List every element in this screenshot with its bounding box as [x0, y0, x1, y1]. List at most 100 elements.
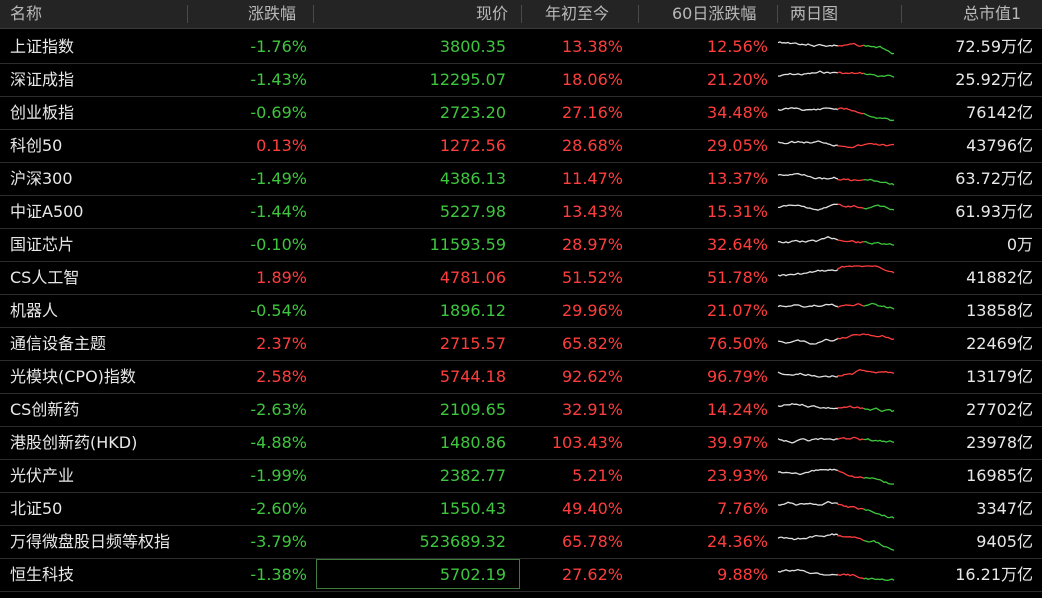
current-price: 3800.35 — [439, 37, 506, 56]
sixty-day-change: 32.64% — [706, 235, 768, 254]
header-cap[interactable]: 总市值1 — [963, 0, 1021, 28]
sparkline-day2-up — [837, 470, 865, 479]
change-pct: -1.99% — [250, 466, 307, 485]
sparkline-day2-tail — [863, 407, 895, 413]
sparkline-day2-tail — [863, 241, 895, 246]
table-row[interactable]: 通信设备主题 2.37% 2715.57 65.82% 76.50% 22469亿 — [0, 327, 1042, 361]
change-pct: 2.58% — [256, 367, 307, 386]
two-day-sparkline — [776, 129, 898, 162]
change-pct: -1.38% — [250, 565, 307, 584]
table-row[interactable]: 中证A500 -1.44% 5227.98 13.43% 15.31% 61.93万亿 — [0, 195, 1042, 229]
table-row[interactable]: 北证50 -2.60% 1550.43 49.40% 7.76% 3347亿 — [0, 492, 1042, 526]
sixty-day-change: 21.20% — [706, 70, 768, 89]
market-cap: 25.92万亿 — [955, 70, 1033, 89]
table-row[interactable]: 光伏产业 -1.99% 2382.77 5.21% 23.93% 16985亿 — [0, 459, 1042, 493]
ytd-change: 27.16% — [561, 103, 623, 122]
sparkline-day1 — [777, 468, 839, 476]
column-divider[interactable] — [313, 5, 314, 23]
table-row[interactable]: 上证指数 -1.76% 3800.35 13.38% 12.56% 72.59万亿 — [0, 30, 1042, 64]
table-row[interactable]: 沪深300 -1.49% 4386.13 11.47% 13.37% 63.72万亿 — [0, 162, 1042, 196]
sparkline-chart — [777, 302, 895, 310]
sixty-day-change: 76.50% — [706, 334, 768, 353]
sparkline-day2-up — [837, 178, 865, 182]
sparkline-day1 — [777, 107, 839, 112]
column-divider[interactable] — [777, 5, 778, 23]
sparkline-day1 — [777, 172, 839, 180]
header-d60[interactable]: 60日涨跌幅 — [672, 0, 756, 28]
table-row[interactable]: 港股创新药(HKD) -4.88% 1480.86 103.43% 39.97% 2397… — [0, 426, 1042, 460]
change-pct: -4.88% — [250, 433, 307, 452]
column-divider[interactable] — [187, 5, 188, 23]
sixty-day-change: 96.79% — [706, 367, 768, 386]
two-day-sparkline — [776, 525, 898, 558]
change-pct: 0.13% — [256, 136, 307, 155]
header-spark[interactable]: 两日图 — [790, 0, 838, 28]
column-divider[interactable] — [521, 5, 522, 23]
table-row[interactable]: CS创新药 -2.63% 2109.65 32.91% 14.24% 27702亿 — [0, 393, 1042, 427]
change-pct: -0.54% — [250, 301, 307, 320]
column-divider[interactable] — [901, 5, 902, 23]
sparkline-day2-up — [837, 71, 865, 75]
sixty-day-change: 15.31% — [706, 202, 768, 221]
change-pct: -2.63% — [250, 400, 307, 419]
market-cap: 27702亿 — [966, 400, 1033, 419]
two-day-sparkline — [776, 96, 898, 129]
table-row[interactable]: CS人工智 1.89% 4781.06 51.52% 51.78% 41882亿 — [0, 261, 1042, 295]
table-row[interactable]: 国证芯片 -0.10% 11593.59 28.97% 32.64% 0万 — [0, 228, 1042, 262]
sparkline-chart — [777, 500, 895, 519]
sparkline-day1 — [777, 269, 839, 277]
market-cap: 72.59万亿 — [955, 37, 1033, 56]
change-pct: -1.76% — [250, 37, 307, 56]
sparkline-day1 — [777, 338, 839, 345]
table-row[interactable]: 科创50 0.13% 1272.56 28.68% 29.05% 43796亿 — [0, 129, 1042, 163]
header-price[interactable]: 现价 — [476, 0, 508, 28]
sparkline-day2-tail — [863, 476, 895, 485]
table-row[interactable]: 光模块(CPO)指数 2.58% 5744.18 92.62% 96.79% 13179亿 — [0, 360, 1042, 394]
sixty-day-change: 51.78% — [706, 268, 768, 287]
header-change[interactable]: 涨跌幅 — [248, 0, 296, 28]
sparkline-day2-up — [837, 333, 865, 340]
sparkline-day2-tail — [863, 438, 895, 443]
market-cap: 13179亿 — [966, 367, 1033, 386]
sixty-day-change: 14.24% — [706, 400, 768, 419]
current-price: 1896.12 — [439, 301, 506, 320]
sixty-day-change: 34.48% — [706, 103, 768, 122]
sparkline-day2-tail — [863, 577, 895, 582]
two-day-sparkline — [776, 63, 898, 96]
sparkline-day1 — [777, 303, 839, 308]
sparkline-day1 — [777, 41, 839, 48]
index-name: 北证50 — [10, 499, 63, 518]
sparkline-day2-tail — [863, 539, 895, 551]
column-divider[interactable] — [638, 5, 639, 23]
current-price: 2109.65 — [439, 400, 506, 419]
two-day-sparkline — [776, 426, 898, 459]
current-price: 4781.06 — [439, 268, 506, 287]
current-price: 5227.98 — [439, 202, 506, 221]
sparkline-day2-up — [837, 436, 865, 441]
header-ytd[interactable]: 年初至今 — [545, 0, 609, 28]
table-row[interactable]: 机器人 -0.54% 1896.12 29.96% 21.07% 13858亿 — [0, 294, 1042, 328]
ytd-change: 28.97% — [561, 235, 623, 254]
sparkline-chart — [777, 140, 895, 149]
sparkline-day2-up — [837, 239, 865, 244]
ytd-change: 65.82% — [561, 334, 623, 353]
table-row[interactable]: 恒生科技 -1.38% 5702.19 27.62% 9.88% 16.21万亿 — [0, 558, 1042, 592]
sparkline-day1 — [777, 568, 839, 576]
table-row[interactable]: 创业板指 -0.69% 2723.20 27.16% 34.48% 76142亿 — [0, 96, 1042, 130]
sixty-day-change: 21.07% — [706, 301, 768, 320]
table-row[interactable]: 深证成指 -1.43% 12295.07 18.06% 21.20% 25.92万亿 — [0, 63, 1042, 97]
market-cap: 22469亿 — [966, 334, 1033, 353]
two-day-sparkline — [776, 558, 898, 591]
sparkline-day2-up — [837, 144, 865, 149]
header-name[interactable]: 名称 — [10, 0, 42, 28]
sparkline-chart — [777, 236, 895, 246]
index-name: 恒生科技 — [10, 565, 75, 584]
two-day-sparkline — [776, 327, 898, 360]
ytd-change: 51.52% — [561, 268, 623, 287]
sixty-day-change: 9.88% — [717, 565, 768, 584]
sparkline-chart — [777, 172, 895, 186]
table-row[interactable]: 万得微盘股日频等权指 -3.79% 523689.32 65.78% 24.36% 940… — [0, 525, 1042, 559]
sparkline-chart — [777, 568, 895, 582]
change-pct: -0.10% — [250, 235, 307, 254]
ytd-change: 13.38% — [561, 37, 623, 56]
